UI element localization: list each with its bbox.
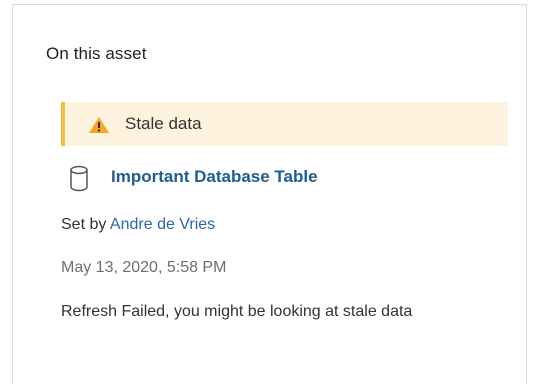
- data-quality-panel: On this asset Stale data Important Datab…: [12, 4, 527, 384]
- asset-name-link[interactable]: Important Database Table: [111, 167, 318, 187]
- author-link[interactable]: Andre de Vries: [110, 216, 215, 233]
- stale-data-warning: Stale data: [61, 102, 508, 146]
- set-by-prefix: Set by: [61, 216, 110, 233]
- database-icon: [69, 165, 89, 192]
- timestamp: May 13, 2020, 5:58 PM: [61, 259, 227, 276]
- panel-title: On this asset: [46, 44, 147, 63]
- warning-label: Stale data: [125, 114, 202, 133]
- set-by-line: Set by Andre de Vries: [61, 216, 215, 234]
- warning-message: Refresh Failed, you might be looking at …: [61, 303, 413, 320]
- asset-row: Important Database Table: [69, 165, 489, 193]
- warning-triangle-icon: [88, 116, 110, 134]
